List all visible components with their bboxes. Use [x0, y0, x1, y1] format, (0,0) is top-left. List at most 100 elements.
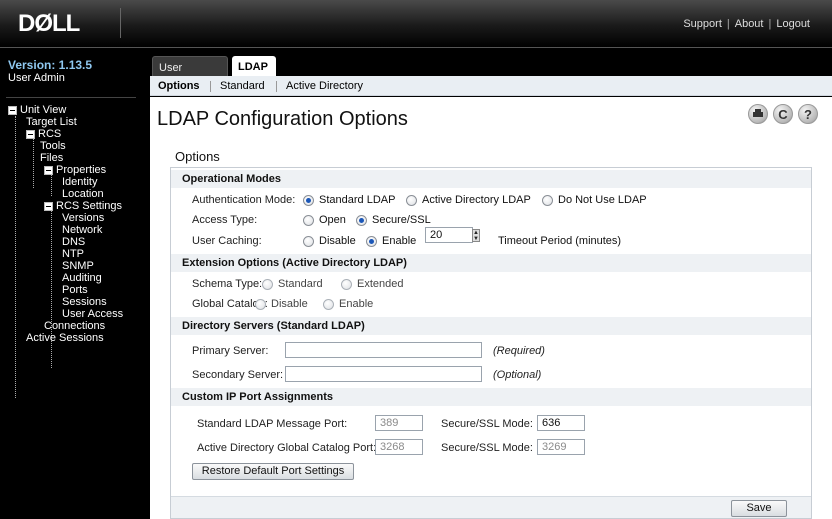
help-icon[interactable]: ? [798, 104, 818, 124]
content-pane: LDAP Configuration Options C ? Options O… [150, 97, 832, 519]
caching-enable-label: Enable [382, 235, 417, 247]
tree-identity[interactable]: Identity [62, 176, 97, 188]
tree-rcs-settings[interactable]: RCS Settings [44, 200, 122, 212]
ad-port-label: Active Directory Global Catalog Port: [197, 442, 377, 454]
save-button[interactable]: Save [731, 500, 787, 517]
secondary-server-label: Secondary Server: [192, 369, 284, 381]
std-ssl-label: Secure/SSL Mode: [441, 418, 533, 430]
primary-server-label: Primary Server: [192, 345, 269, 357]
tree-unit-view[interactable]: Unit View [8, 104, 66, 116]
tree-snmp[interactable]: SNMP [62, 260, 94, 272]
user-caching-label: User Caching: [192, 235, 262, 247]
group-extension-options: Extension Options (Active Directory LDAP… [171, 254, 811, 272]
tree-location[interactable]: Location [62, 188, 104, 200]
tree-ntp[interactable]: NTP [62, 248, 84, 260]
group-custom-ports: Custom IP Port Assignments [171, 388, 811, 406]
tree-properties[interactable]: Properties [44, 164, 106, 176]
tree-line [15, 116, 16, 398]
print-icon[interactable] [748, 104, 768, 124]
active-directory-ldap-label: Active Directory LDAP [422, 194, 531, 206]
timeout-stepper-icon[interactable]: ▲ ▼ [472, 229, 480, 242]
tree-ports[interactable]: Ports [62, 284, 88, 296]
radio-schema-extended[interactable] [341, 279, 352, 290]
user-label: User Admin [8, 72, 65, 84]
access-type-label: Access Type: [192, 214, 258, 226]
subtab-separator [210, 81, 211, 92]
subtab-standard[interactable]: Standard [220, 80, 265, 92]
do-not-use-ldap-label: Do Not Use LDAP [558, 194, 647, 206]
sidebar: Version: 1.13.5 User Admin Unit View Tar… [0, 52, 140, 519]
tree-user-access[interactable]: User Access [62, 308, 123, 320]
options-panel: Operational Modes Authentication Mode: S… [170, 167, 812, 519]
tree-network[interactable]: Network [62, 224, 102, 236]
top-header: DØLL Support | About | Logout [0, 0, 832, 48]
tree-tools[interactable]: Tools [40, 140, 66, 152]
main-area: User Accounts LDAP Options Standard Acti… [146, 52, 832, 519]
radio-caching-disable[interactable] [303, 236, 314, 247]
ad-ssl-input[interactable] [537, 439, 585, 455]
auth-mode-label: Authentication Mode: [192, 194, 296, 206]
radio-catalog-enable[interactable] [323, 299, 334, 310]
tree-rcs[interactable]: RCS [26, 128, 61, 140]
link-separator: | [768, 18, 772, 30]
tree-sessions[interactable]: Sessions [62, 296, 107, 308]
ad-port-input[interactable] [375, 439, 423, 455]
std-port-label: Standard LDAP Message Port: [197, 418, 348, 430]
group-operational-modes: Operational Modes [171, 170, 811, 188]
subtab-active-directory[interactable]: Active Directory [286, 80, 363, 92]
collapse-icon[interactable] [26, 129, 35, 139]
version-label: Version: 1.13.5 [8, 58, 93, 72]
panel-footer: Save [171, 496, 811, 518]
collapse-icon[interactable] [8, 105, 17, 115]
radio-active-directory-ldap[interactable] [406, 195, 417, 206]
secondary-server-hint: (Optional) [493, 369, 542, 381]
schema-standard-label: Standard [278, 278, 323, 290]
restore-default-ports-button[interactable]: Restore Default Port Settings [192, 463, 354, 480]
radio-schema-standard[interactable] [262, 279, 273, 290]
tree-line [33, 136, 34, 188]
radio-standard-ldap[interactable] [303, 195, 314, 206]
page-title: LDAP Configuration Options [157, 108, 408, 130]
radio-caching-enable[interactable] [366, 236, 377, 247]
standard-ldap-label: Standard LDAP [319, 194, 396, 206]
tree-files[interactable]: Files [40, 152, 63, 164]
tab-ldap[interactable]: LDAP [232, 56, 276, 78]
timeout-input[interactable] [425, 227, 473, 243]
collapse-icon[interactable] [44, 201, 53, 211]
subtab-separator [276, 81, 277, 92]
radio-do-not-use-ldap[interactable] [542, 195, 553, 206]
std-ssl-input[interactable] [537, 415, 585, 431]
refresh-icon[interactable]: C [773, 104, 793, 124]
ad-ssl-label: Secure/SSL Mode: [441, 442, 533, 454]
schema-type-label: Schema Type: [192, 278, 263, 290]
link-separator: | [726, 18, 730, 30]
radio-open[interactable] [303, 215, 314, 226]
logo-divider [120, 8, 121, 38]
subtab-options[interactable]: Options [158, 80, 200, 92]
version-box: Version: 1.13.5 User Admin [6, 54, 136, 98]
collapse-icon[interactable] [44, 165, 53, 175]
radio-catalog-disable[interactable] [255, 299, 266, 310]
std-port-input[interactable] [375, 415, 423, 431]
catalog-disable-label: Disable [271, 298, 308, 310]
tree-line [51, 210, 52, 368]
catalog-enable-label: Enable [339, 298, 374, 310]
logout-link[interactable]: Logout [776, 18, 810, 30]
support-link[interactable]: Support [683, 18, 722, 30]
radio-secure-ssl[interactable] [356, 215, 367, 226]
tree-connections[interactable]: Connections [44, 320, 105, 332]
tree-target-list[interactable]: Target List [26, 116, 77, 128]
caching-disable-label: Disable [319, 235, 356, 247]
tab-user-accounts[interactable]: User Accounts [152, 56, 228, 96]
schema-extended-label: Extended [357, 278, 404, 290]
tree-active-sessions[interactable]: Active Sessions [26, 332, 104, 344]
about-link[interactable]: About [735, 18, 764, 30]
tree-auditing[interactable]: Auditing [62, 272, 102, 284]
tree-versions[interactable]: Versions [62, 212, 104, 224]
secondary-server-input[interactable] [285, 366, 482, 382]
primary-server-hint: (Required) [493, 345, 545, 357]
primary-server-input[interactable] [285, 342, 482, 358]
section-options-label: Options [175, 149, 220, 164]
subtab-bar: Options Standard Active Directory [150, 76, 832, 96]
tree-dns[interactable]: DNS [62, 236, 85, 248]
